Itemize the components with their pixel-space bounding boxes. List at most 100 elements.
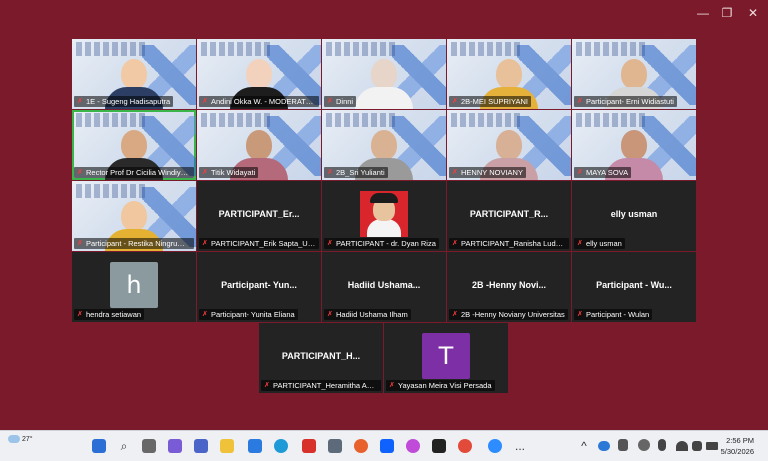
close-button[interactable]: ✕ — [738, 4, 768, 22]
security-shield-icon[interactable] — [248, 439, 262, 453]
weather-widget[interactable]: 27° — [8, 435, 33, 443]
participant-tile[interactable]: ✗ Participant - Restika Ningrum R — [72, 181, 196, 251]
wps-office-icon[interactable] — [302, 439, 316, 453]
muted-mic-icon: ✗ — [327, 311, 333, 318]
battery-icon[interactable] — [706, 442, 718, 450]
virtual-background-banner — [76, 113, 146, 127]
show-hidden-icons[interactable]: ^ — [576, 437, 592, 455]
participant-name-label: ✗ Participant - Restika Ningrum R — [74, 238, 194, 249]
camera-icon[interactable] — [328, 439, 342, 453]
participant-tile[interactable]: ✗ PARTICIPANT - dr. Dyan Riza — [322, 181, 446, 251]
firefox-icon[interactable] — [354, 439, 368, 453]
participant-name: Participant - Restika Ningrum R — [86, 239, 192, 248]
participant-tile[interactable]: T ✗ Yayasan Meira Visi Persada — [384, 323, 508, 393]
dropbox-icon[interactable] — [380, 439, 394, 453]
weather-icon — [8, 435, 20, 443]
participant-tile[interactable]: Participant- Yun... ✗ Participant- Yunita … — [197, 252, 321, 322]
participant-name-label: ✗ Hadiid Ushama Ilham — [324, 309, 411, 320]
task-view-icon[interactable] — [142, 439, 156, 453]
participant-name: Participant- Yunita Eliana — [211, 310, 295, 319]
participant-name: PARTICIPANT_Heramitha Azahra — [273, 381, 381, 390]
participant-display-name: Participant - Wu... — [596, 280, 672, 290]
participant-display-name: PARTICIPANT_R... — [469, 209, 549, 219]
participant-name: Titik Widayati — [211, 168, 256, 177]
muted-mic-icon: ✗ — [77, 240, 83, 247]
virtual-background-banner — [76, 42, 146, 56]
teams-icon[interactable] — [194, 439, 208, 453]
participant-tile[interactable]: PARTICIPANT_H... ✗ PARTICIPANT_Heramitha A… — [259, 323, 383, 393]
participant-tile[interactable]: ✗ MAYA SOVA — [572, 110, 696, 180]
participant-display-name: 2B -Henny Novi... — [471, 280, 546, 290]
virtual-background-banner — [576, 113, 646, 127]
participant-name-label: ✗ PARTICIPANT_Ranisha Ludyani — [449, 238, 569, 249]
participant-tile[interactable]: PARTICIPANT_Er... ✗ PARTICIPANT_Erik Sapta… — [197, 181, 321, 251]
participant-tile[interactable]: ✗ 2B_Sri Yulianti — [322, 110, 446, 180]
participant-video — [355, 59, 413, 109]
device-icon[interactable] — [618, 439, 628, 451]
participant-name-label: ✗ PARTICIPANT_Heramitha Azahra — [261, 380, 381, 391]
participant-name: PARTICIPANT_Erik Sapta_URINDO — [211, 239, 319, 248]
search-icon[interactable]: ⌕ — [116, 437, 132, 455]
participant-name: Rector Prof Dr Cicilia Windiyaningsih — [86, 168, 194, 177]
participant-tile[interactable]: elly usman ✗ elly usman — [572, 181, 696, 251]
file-explorer-icon[interactable] — [220, 439, 234, 453]
participant-name-label: ✗ MAYA SOVA — [574, 167, 632, 178]
zoom-app-icon[interactable] — [488, 439, 502, 453]
more-apps-icon[interactable]: ... — [512, 437, 528, 455]
participant-tile[interactable]: Hadiid Ushama... ✗ Hadiid Ushama Ilham — [322, 252, 446, 322]
participant-name-label: ✗Rector Prof Dr Cicilia Windiyaningsih — [74, 167, 194, 178]
widgets-icon[interactable] — [168, 439, 182, 453]
participant-name-label: ✗ Participant- Yunita Eliana — [199, 309, 298, 320]
participant-tile[interactable]: PARTICIPANT_R... ✗ PARTICIPANT_Ranisha Lud… — [447, 181, 571, 251]
muted-mic-icon: ✗ — [202, 240, 208, 247]
amazon-icon[interactable] — [432, 439, 446, 453]
participant-tile[interactable]: ✗ Titik Widayati — [197, 110, 321, 180]
participant-name: MAYA SOVA — [586, 168, 629, 177]
muted-mic-icon: ✗ — [327, 98, 333, 105]
muted-mic-icon: ✗ — [202, 311, 208, 318]
vpn-icon[interactable] — [638, 439, 650, 451]
participant-name: 2B-MEI SUPRIYANI — [461, 97, 528, 106]
participant-name: PARTICIPANT_Ranisha Ludyani — [461, 239, 569, 248]
participant-name-label: ✗ hendra setiawan — [74, 309, 145, 320]
zoom-meeting-window: — ❐ ✕ ✗ 1E - Sugeng Hadisaputra ✗ Andini Ok… — [0, 0, 768, 430]
muted-mic-icon: ✗ — [452, 169, 458, 176]
wifi-icon[interactable] — [676, 441, 688, 451]
participant-tile[interactable]: ✗ Participant- Erni Widiastuti — [572, 39, 696, 109]
participant-tile[interactable]: ✗Rector Prof Dr Cicilia Windiyaningsih — [72, 110, 196, 180]
edge-browser-icon[interactable] — [274, 439, 288, 453]
participant-name-label: ✗ 2B-MEI SUPRIYANI — [449, 96, 531, 107]
participant-name: Yayasan Meira Visi Persada — [398, 381, 492, 390]
muted-mic-icon: ✗ — [327, 169, 333, 176]
participant-tile[interactable]: ✗ HENNY NOVIANY — [447, 110, 571, 180]
participant-name-label: ✗ HENNY NOVIANY — [449, 167, 526, 178]
copilot-icon[interactable] — [406, 439, 420, 453]
participant-name-label: ✗ Dinni — [324, 96, 357, 107]
participant-name-label: ✗ Andini Okka W. - MODERATOR — [199, 96, 319, 107]
virtual-background-banner — [576, 42, 646, 56]
participant-tile[interactable]: ✗ Dinni — [322, 39, 446, 109]
onedrive-icon[interactable] — [598, 441, 610, 451]
participant-tile[interactable]: ✗ Andini Okka W. - MODERATOR — [197, 39, 321, 109]
participant-tile[interactable]: Participant - Wu... ✗ Participant - Wulan — [572, 252, 696, 322]
participant-name: HENNY NOVIANY — [461, 168, 523, 177]
avatar: h — [110, 262, 158, 308]
clock-date: 5/30/2026 — [720, 447, 754, 456]
system-clock[interactable]: 2:56 PM 5/30/2026 — [721, 435, 754, 457]
chrome-icon[interactable] — [458, 439, 472, 453]
participant-display-name: PARTICIPANT_H... — [281, 351, 361, 361]
start-icon[interactable] — [92, 439, 106, 453]
participant-tile[interactable]: h ✗ hendra setiawan — [72, 252, 196, 322]
microphone-icon[interactable] — [658, 439, 666, 451]
virtual-background-banner — [451, 42, 521, 56]
participant-tile[interactable]: ✗ 1E - Sugeng Hadisaputra — [72, 39, 196, 109]
participant-name: 2B_Sri Yulianti — [336, 168, 385, 177]
muted-mic-icon: ✗ — [77, 311, 83, 318]
participant-name: Participant- Erni Widiastuti — [586, 97, 674, 106]
participant-name-label: ✗ elly usman — [574, 238, 625, 249]
participant-tile[interactable]: ✗ 2B-MEI SUPRIYANI — [447, 39, 571, 109]
volume-icon[interactable] — [692, 441, 702, 451]
participant-tile[interactable]: 2B -Henny Novi... ✗ 2B -Henny Noviany Univ… — [447, 252, 571, 322]
participant-name: Hadiid Ushama Ilham — [336, 310, 408, 319]
participant-name: 2B -Henny Noviany Universitas — [461, 310, 565, 319]
